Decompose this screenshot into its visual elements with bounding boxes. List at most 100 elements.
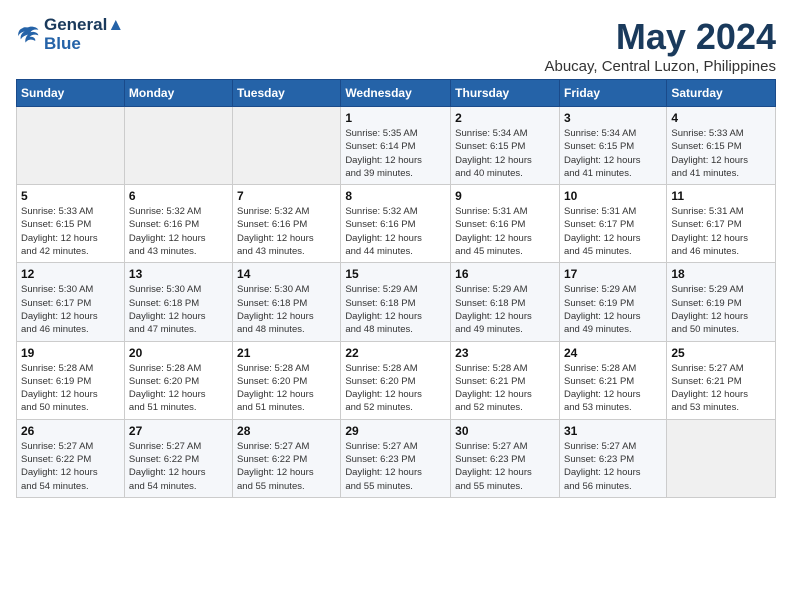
day-detail: Sunrise: 5:31 AM Sunset: 6:17 PM Dayligh… [671, 205, 771, 258]
calendar-cell: 15 Sunrise: 5:29 AM Sunset: 6:18 PM Dayli… [341, 263, 451, 341]
calendar-cell: 28 Sunrise: 5:27 AM Sunset: 6:22 PM Dayli… [233, 419, 341, 497]
day-number: 20 [129, 346, 228, 360]
day-number: 8 [345, 189, 446, 203]
calendar-cell: 24 Sunrise: 5:28 AM Sunset: 6:21 PM Dayli… [559, 341, 666, 419]
calendar-cell: 16Sunrise: 5:29 AM Sunset: 6:18 PM Dayli… [451, 263, 560, 341]
day-number: 11 [671, 189, 771, 203]
day-detail: Sunrise: 5:35 AM Sunset: 6:14 PM Dayligh… [345, 127, 446, 180]
day-number: 2 [455, 111, 555, 125]
month-title: May 2024 [544, 16, 776, 58]
day-number: 21 [237, 346, 336, 360]
day-number: 24 [564, 346, 662, 360]
page-header: General▲ Blue May 2024 Abucay, Central L… [16, 16, 776, 75]
calendar-cell: 1 Sunrise: 5:35 AM Sunset: 6:14 PM Daylig… [341, 107, 451, 185]
day-number: 22 [345, 346, 446, 360]
day-detail: Sunrise: 5:30 AM Sunset: 6:18 PM Dayligh… [237, 283, 336, 336]
calendar-cell: 8Sunrise: 5:32 AM Sunset: 6:16 PM Daylig… [341, 185, 451, 263]
weekday-header-friday: Friday [559, 80, 666, 107]
calendar-cell: 3 Sunrise: 5:34 AM Sunset: 6:15 PM Daylig… [559, 107, 666, 185]
calendar-cell: 23 Sunrise: 5:28 AM Sunset: 6:21 PM Dayli… [451, 341, 560, 419]
day-detail: Sunrise: 5:29 AM Sunset: 6:18 PM Dayligh… [455, 283, 555, 336]
weekday-header-monday: Monday [124, 80, 232, 107]
day-number: 23 [455, 346, 555, 360]
day-detail: Sunrise: 5:27 AM Sunset: 6:21 PM Dayligh… [671, 362, 771, 415]
day-number: 26 [21, 424, 120, 438]
calendar-cell: 18Sunrise: 5:29 AM Sunset: 6:19 PM Dayli… [667, 263, 776, 341]
day-number: 15 [345, 267, 446, 281]
calendar-cell: 26 Sunrise: 5:27 AM Sunset: 6:22 PM Dayli… [17, 419, 125, 497]
calendar-cell: 19Sunrise: 5:28 AM Sunset: 6:19 PM Dayli… [17, 341, 125, 419]
calendar-table: SundayMondayTuesdayWednesdayThursdayFrid… [16, 79, 776, 498]
day-detail: Sunrise: 5:27 AM Sunset: 6:23 PM Dayligh… [345, 440, 446, 493]
calendar-week-row: 19Sunrise: 5:28 AM Sunset: 6:19 PM Dayli… [17, 341, 776, 419]
calendar-cell: 13 Sunrise: 5:30 AM Sunset: 6:18 PM Dayli… [124, 263, 232, 341]
calendar-cell: 30Sunrise: 5:27 AM Sunset: 6:23 PM Dayli… [451, 419, 560, 497]
day-detail: Sunrise: 5:29 AM Sunset: 6:19 PM Dayligh… [564, 283, 662, 336]
day-detail: Sunrise: 5:33 AM Sunset: 6:15 PM Dayligh… [21, 205, 120, 258]
calendar-cell [17, 107, 125, 185]
day-number: 17 [564, 267, 662, 281]
calendar-cell [124, 107, 232, 185]
day-number: 6 [129, 189, 228, 203]
day-number: 27 [129, 424, 228, 438]
day-detail: Sunrise: 5:29 AM Sunset: 6:18 PM Dayligh… [345, 283, 446, 336]
calendar-week-row: 5 Sunrise: 5:33 AM Sunset: 6:15 PM Daylig… [17, 185, 776, 263]
day-number: 28 [237, 424, 336, 438]
day-number: 4 [671, 111, 771, 125]
day-detail: Sunrise: 5:28 AM Sunset: 6:21 PM Dayligh… [455, 362, 555, 415]
day-number: 3 [564, 111, 662, 125]
logo-icon [16, 25, 40, 45]
day-number: 1 [345, 111, 446, 125]
day-detail: Sunrise: 5:29 AM Sunset: 6:19 PM Dayligh… [671, 283, 771, 336]
day-detail: Sunrise: 5:34 AM Sunset: 6:15 PM Dayligh… [564, 127, 662, 180]
calendar-cell: 6 Sunrise: 5:32 AM Sunset: 6:16 PM Daylig… [124, 185, 232, 263]
calendar-week-row: 26 Sunrise: 5:27 AM Sunset: 6:22 PM Dayli… [17, 419, 776, 497]
calendar-week-row: 1 Sunrise: 5:35 AM Sunset: 6:14 PM Daylig… [17, 107, 776, 185]
calendar-cell: 12 Sunrise: 5:30 AM Sunset: 6:17 PM Dayli… [17, 263, 125, 341]
day-detail: Sunrise: 5:28 AM Sunset: 6:20 PM Dayligh… [129, 362, 228, 415]
day-number: 14 [237, 267, 336, 281]
title-block: May 2024 Abucay, Central Luzon, Philippi… [544, 16, 776, 75]
day-detail: Sunrise: 5:30 AM Sunset: 6:18 PM Dayligh… [129, 283, 228, 336]
day-detail: Sunrise: 5:32 AM Sunset: 6:16 PM Dayligh… [129, 205, 228, 258]
day-number: 5 [21, 189, 120, 203]
calendar-cell: 20 Sunrise: 5:28 AM Sunset: 6:20 PM Dayli… [124, 341, 232, 419]
weekday-header-thursday: Thursday [451, 80, 560, 107]
day-detail: Sunrise: 5:27 AM Sunset: 6:22 PM Dayligh… [237, 440, 336, 493]
weekday-header-wednesday: Wednesday [341, 80, 451, 107]
calendar-cell: 10Sunrise: 5:31 AM Sunset: 6:17 PM Dayli… [559, 185, 666, 263]
day-number: 12 [21, 267, 120, 281]
weekday-header-sunday: Sunday [17, 80, 125, 107]
day-number: 13 [129, 267, 228, 281]
calendar-cell [233, 107, 341, 185]
day-detail: Sunrise: 5:31 AM Sunset: 6:16 PM Dayligh… [455, 205, 555, 258]
day-detail: Sunrise: 5:27 AM Sunset: 6:23 PM Dayligh… [564, 440, 662, 493]
day-number: 7 [237, 189, 336, 203]
location-subtitle: Abucay, Central Luzon, Philippines [544, 58, 776, 75]
day-detail: Sunrise: 5:34 AM Sunset: 6:15 PM Dayligh… [455, 127, 555, 180]
day-number: 10 [564, 189, 662, 203]
day-number: 30 [455, 424, 555, 438]
day-number: 19 [21, 346, 120, 360]
day-detail: Sunrise: 5:28 AM Sunset: 6:21 PM Dayligh… [564, 362, 662, 415]
weekday-header-saturday: Saturday [667, 80, 776, 107]
logo: General▲ Blue [16, 16, 124, 53]
calendar-cell: 14 Sunrise: 5:30 AM Sunset: 6:18 PM Dayli… [233, 263, 341, 341]
weekday-header-row: SundayMondayTuesdayWednesdayThursdayFrid… [17, 80, 776, 107]
day-detail: Sunrise: 5:30 AM Sunset: 6:17 PM Dayligh… [21, 283, 120, 336]
logo-text: General▲ Blue [44, 16, 124, 53]
calendar-cell: 22 Sunrise: 5:28 AM Sunset: 6:20 PM Dayli… [341, 341, 451, 419]
day-detail: Sunrise: 5:27 AM Sunset: 6:22 PM Dayligh… [129, 440, 228, 493]
calendar-cell: 2 Sunrise: 5:34 AM Sunset: 6:15 PM Daylig… [451, 107, 560, 185]
calendar-week-row: 12 Sunrise: 5:30 AM Sunset: 6:17 PM Dayli… [17, 263, 776, 341]
day-number: 31 [564, 424, 662, 438]
day-detail: Sunrise: 5:33 AM Sunset: 6:15 PM Dayligh… [671, 127, 771, 180]
calendar-cell: 17 Sunrise: 5:29 AM Sunset: 6:19 PM Dayli… [559, 263, 666, 341]
day-number: 25 [671, 346, 771, 360]
calendar-cell: 25 Sunrise: 5:27 AM Sunset: 6:21 PM Dayli… [667, 341, 776, 419]
calendar-cell: 5 Sunrise: 5:33 AM Sunset: 6:15 PM Daylig… [17, 185, 125, 263]
day-detail: Sunrise: 5:27 AM Sunset: 6:22 PM Dayligh… [21, 440, 120, 493]
day-number: 29 [345, 424, 446, 438]
day-detail: Sunrise: 5:28 AM Sunset: 6:20 PM Dayligh… [345, 362, 446, 415]
calendar-cell: 21Sunrise: 5:28 AM Sunset: 6:20 PM Dayli… [233, 341, 341, 419]
